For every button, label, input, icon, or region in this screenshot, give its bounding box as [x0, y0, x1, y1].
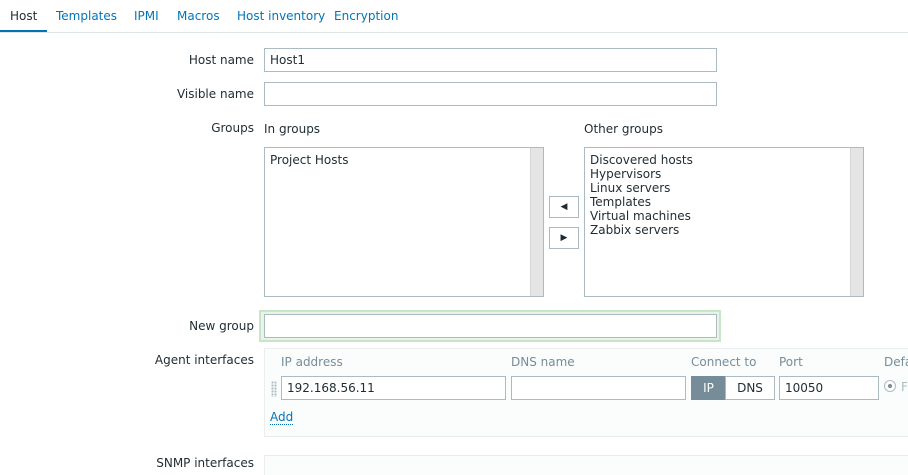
list-item[interactable]: Templates	[585, 195, 693, 209]
default-radio[interactable]	[884, 380, 896, 392]
drag-handle-icon[interactable]	[271, 381, 277, 397]
arrow-right-icon: ▶	[560, 233, 568, 243]
groups-label: Groups	[211, 121, 254, 135]
in-groups-scrollbar[interactable]	[530, 148, 543, 296]
default-radio-label: F	[901, 380, 908, 394]
list-item[interactable]: Virtual machines	[585, 209, 693, 223]
tab-ipmi[interactable]: IPMI	[134, 0, 159, 32]
list-item[interactable]: Project Hosts	[265, 153, 348, 167]
in-groups-label: In groups	[264, 122, 321, 136]
snmp-interfaces-label: SNMP interfaces	[156, 456, 254, 470]
connect-ip-button[interactable]: IP	[691, 376, 726, 400]
tab-host[interactable]: Host	[0, 0, 48, 32]
new-group-input[interactable]	[264, 314, 717, 338]
list-item[interactable]: Discovered hosts	[585, 153, 693, 167]
col-ip-address: IP address	[281, 355, 343, 369]
move-right-button[interactable]: ▶	[549, 227, 579, 249]
move-left-button[interactable]: ◀	[549, 196, 579, 218]
snmp-interfaces-panel	[264, 455, 908, 475]
tab-host-inventory[interactable]: Host inventory	[237, 0, 325, 32]
other-groups-listbox[interactable]: Discovered hosts Hypervisors Linux serve…	[584, 147, 864, 297]
col-dns-name: DNS name	[511, 355, 575, 369]
tab-macros[interactable]: Macros	[177, 0, 220, 32]
new-group-label: New group	[189, 319, 254, 333]
list-item[interactable]: Hypervisors	[585, 167, 693, 181]
other-groups-label: Other groups	[584, 122, 663, 136]
connect-dns-button[interactable]: DNS	[725, 376, 775, 400]
col-default: Defa	[884, 355, 908, 369]
ip-address-input[interactable]	[281, 376, 506, 400]
tab-templates[interactable]: Templates	[56, 0, 117, 32]
arrow-left-icon: ◀	[560, 202, 568, 212]
tab-encryption[interactable]: Encryption	[334, 0, 398, 32]
port-input[interactable]	[779, 376, 879, 400]
add-interface-link[interactable]: Add	[270, 410, 294, 425]
host-name-input[interactable]	[264, 48, 717, 72]
visible-name-input[interactable]	[264, 82, 717, 106]
host-name-label: Host name	[188, 53, 254, 67]
tab-bar: Host Templates IPMI Macros Host inventor…	[0, 0, 908, 33]
in-groups-listbox[interactable]: Project Hosts	[264, 147, 544, 297]
other-groups-scrollbar[interactable]	[850, 148, 863, 296]
dns-name-input[interactable]	[511, 376, 686, 400]
list-item[interactable]: Linux servers	[585, 181, 693, 195]
visible-name-label: Visible name	[176, 87, 254, 101]
list-item[interactable]: Zabbix servers	[585, 223, 693, 237]
col-port: Port	[779, 355, 803, 369]
agent-interfaces-label: Agent interfaces	[154, 353, 254, 367]
col-connect-to: Connect to	[691, 355, 757, 369]
